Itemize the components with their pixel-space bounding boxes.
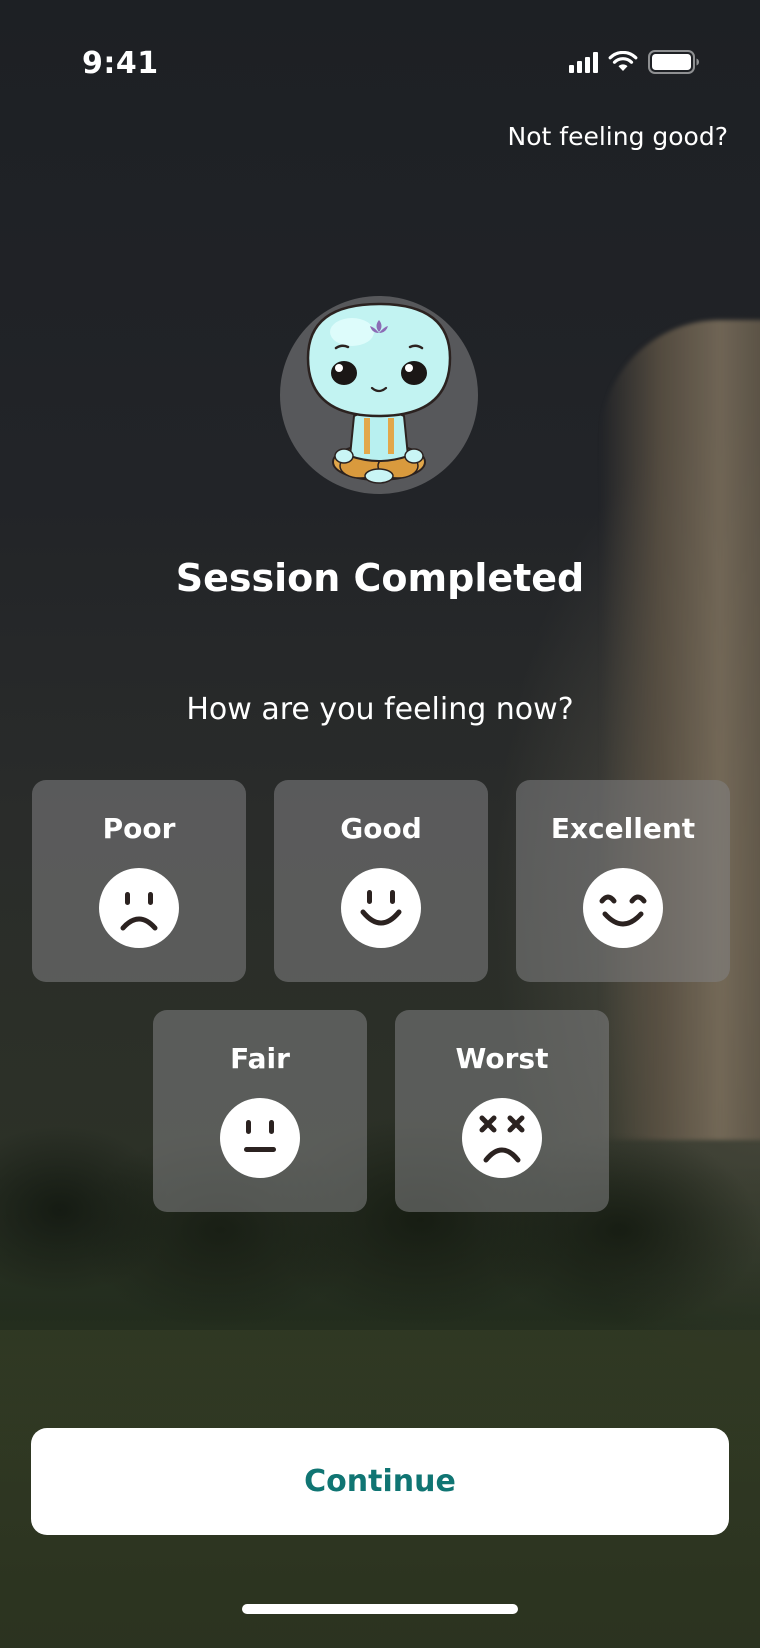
sad-face-icon [99,868,179,948]
background-cliff [600,320,760,1140]
mood-option-worst[interactable]: Worst [395,1010,609,1212]
mood-option-fair[interactable]: Fair [153,1010,367,1212]
happy-face-icon [583,868,663,948]
smile-face-icon [341,868,421,948]
mood-option-poor[interactable]: Poor [32,780,246,982]
feeling-question: How are you feeling now? [186,692,574,727]
mood-label: Poor [102,812,176,845]
mood-label: Fair [230,1042,290,1075]
home-indicator [242,1604,518,1614]
avatar [280,296,478,494]
status-icons [569,50,700,74]
session-completed-screen: 9:41 Not feeling good? Session Completed… [0,0,760,1648]
mood-option-good[interactable]: Good [274,780,488,982]
cellular-signal-icon [569,51,598,73]
wifi-icon [608,51,638,71]
mood-label: Worst [455,1042,549,1075]
mood-label: Excellent [550,812,696,845]
continue-button[interactable]: Continue [31,1428,729,1535]
neutral-face-icon [220,1098,300,1178]
mood-label: Good [340,812,422,845]
battery-icon [648,50,699,74]
dizzy-face-icon [462,1098,542,1178]
not-feeling-good-link[interactable]: Not feeling good? [508,122,728,151]
mood-option-excellent[interactable]: Excellent [516,780,730,982]
meditating-mascot-icon [306,302,452,484]
page-title: Session Completed [175,556,585,600]
status-time: 9:41 [82,46,159,81]
